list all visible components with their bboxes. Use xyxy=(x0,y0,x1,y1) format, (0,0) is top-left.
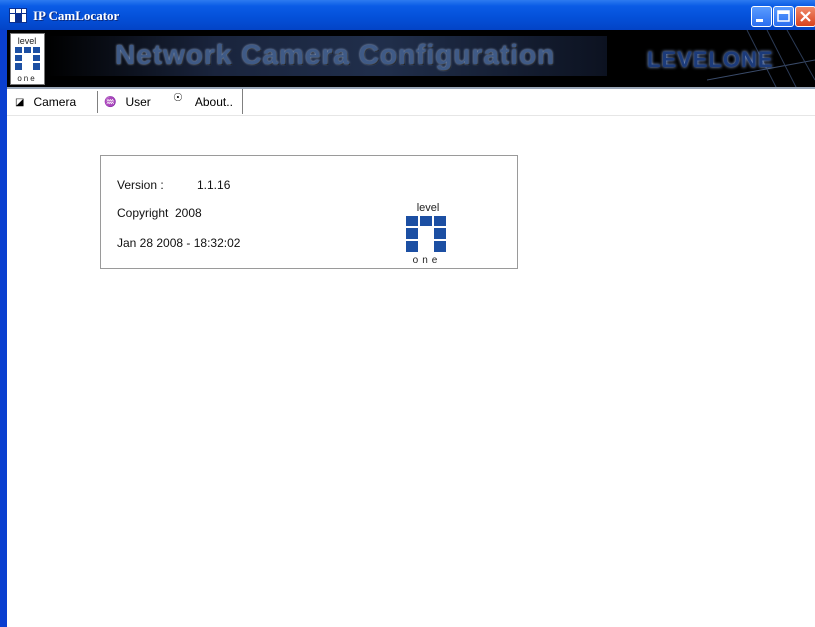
banner-logo-bottom-text: one xyxy=(17,74,36,83)
maximize-button[interactable] xyxy=(773,6,794,27)
version-label: Version : xyxy=(117,178,164,192)
tab-strip: ◪ Camera ♒ User ☉ About.. xyxy=(7,89,815,116)
window-title: IP CamLocator xyxy=(33,8,120,23)
title-bar[interactable]: IP CamLocator xyxy=(0,0,815,30)
camera-icon: ◪ xyxy=(15,96,25,108)
about-levelone-logo: level one xyxy=(406,202,446,265)
about-panel: Version : 1.1.16 Copyright 2008 Jan 28 2… xyxy=(100,155,518,269)
client-area: level one Network Camera Configuration L… xyxy=(7,30,815,627)
about-logo-top-text: level xyxy=(417,202,440,214)
maximize-icon xyxy=(777,10,790,22)
tab-about[interactable]: ☉ About.. xyxy=(167,89,243,114)
copyright-label: Copyright xyxy=(117,206,169,220)
build-date: Jan 28 2008 - 18:32:02 xyxy=(117,236,241,250)
about-logo-bottom-text: one xyxy=(413,255,442,265)
tab-about-label: About.. xyxy=(194,94,233,109)
minimize-button[interactable] xyxy=(751,6,772,27)
copyright-year: 2008 xyxy=(175,206,202,220)
minimize-icon xyxy=(756,19,763,22)
header-banner: level one Network Camera Configuration L… xyxy=(7,30,815,89)
version-value: 1.1.16 xyxy=(197,178,231,192)
tab-camera[interactable]: ◪ Camera xyxy=(15,91,76,113)
info-icon: ☉ xyxy=(173,92,183,104)
tab-user[interactable]: ♒ User xyxy=(97,91,151,113)
close-icon xyxy=(800,11,811,22)
tab-user-label: User xyxy=(125,95,151,109)
levelone-logo: level one xyxy=(10,33,45,85)
tab-camera-label: Camera xyxy=(33,95,77,109)
close-button[interactable] xyxy=(795,6,815,27)
banner-title: Network Camera Configuration xyxy=(115,39,556,70)
app-grid-icon xyxy=(9,8,27,23)
banner-logo-top-text: level xyxy=(18,36,37,46)
user-icon: ♒ xyxy=(104,96,117,108)
app-window: IP CamLocator level one Network Camera C… xyxy=(0,0,815,627)
brand-name: LEVELONE xyxy=(647,47,774,72)
